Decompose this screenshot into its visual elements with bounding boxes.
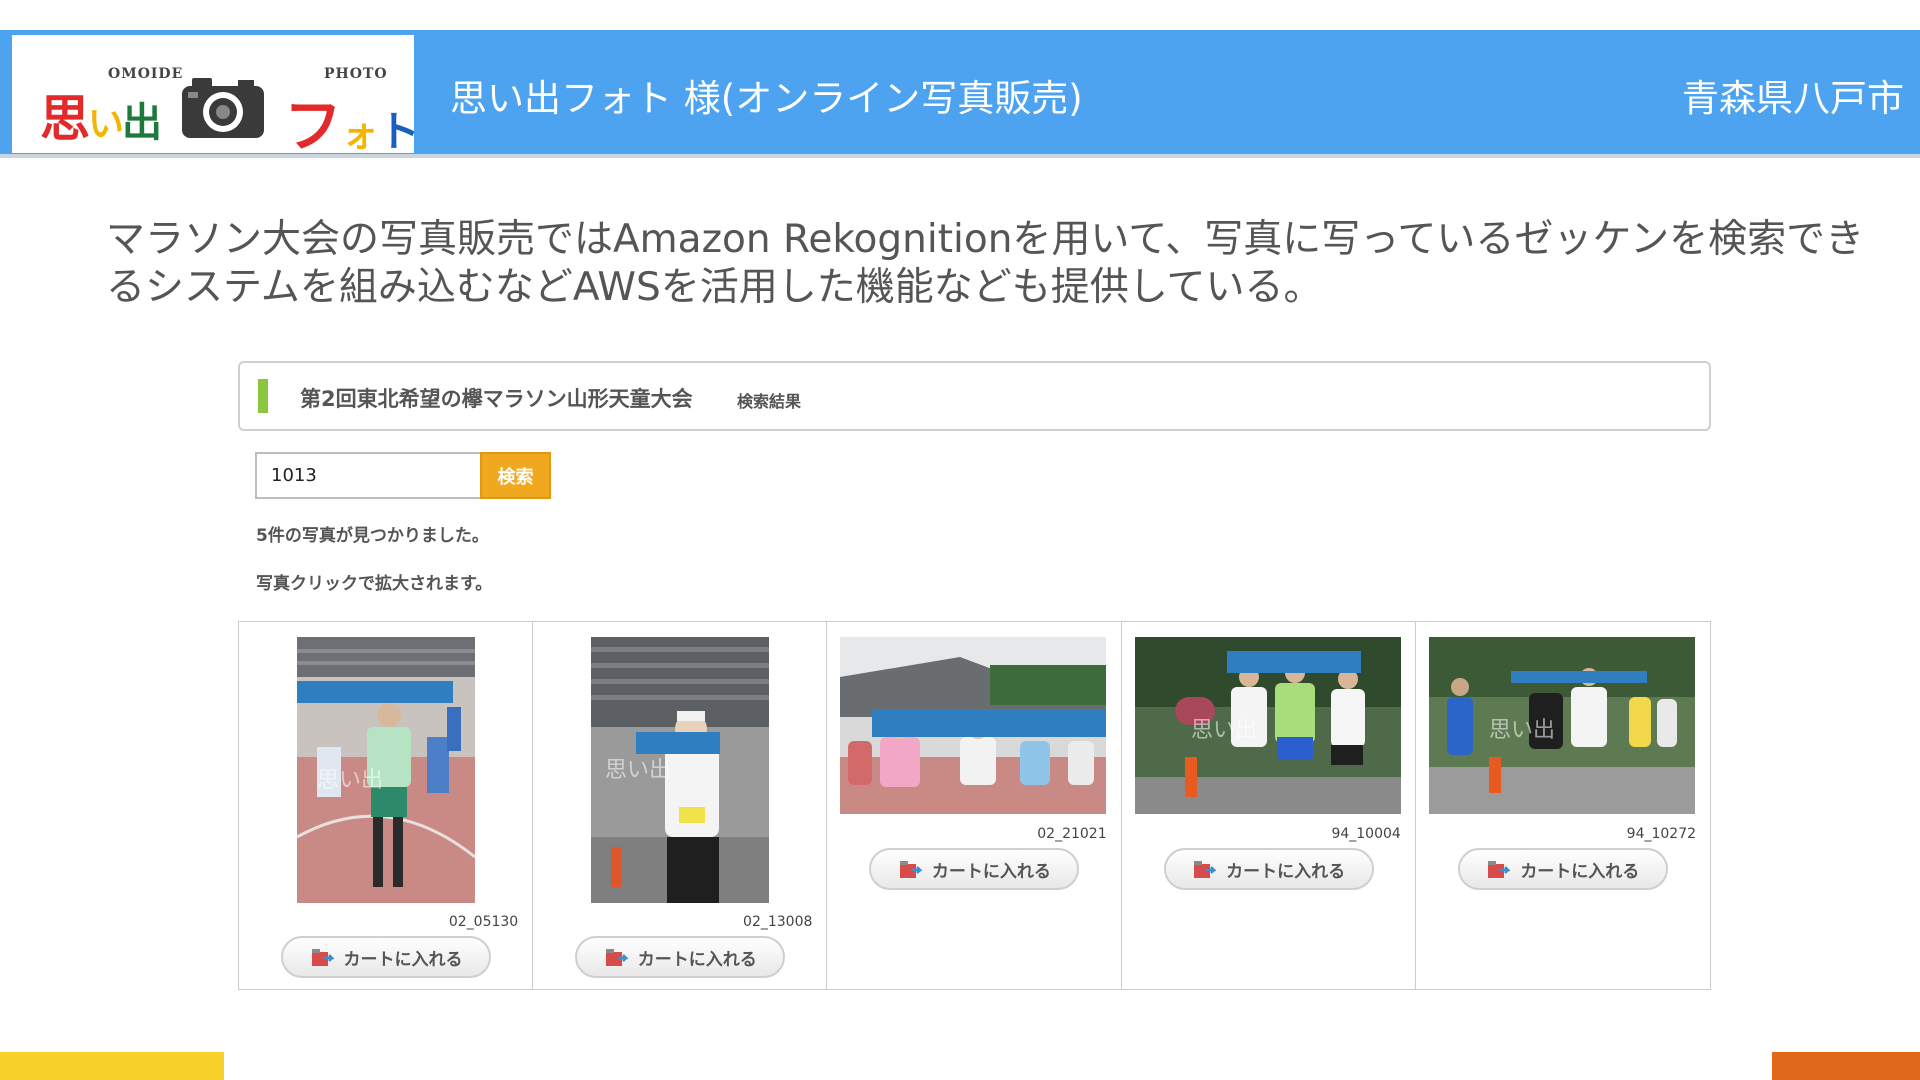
redaction-bar <box>872 709 1107 737</box>
redaction-bar <box>1226 651 1361 673</box>
svg-text:思い出: 思い出 <box>605 758 671 783</box>
photo-result-cell: 思い出 02_13008 カートに入れる <box>533 622 828 989</box>
redaction-bar <box>297 681 453 703</box>
omoide-photo-logo[interactable]: OMOIDE PHOTO 思い出 フォト <box>12 35 420 160</box>
photo-id: 94_10004 <box>1331 826 1401 842</box>
decorative-bar-left <box>0 1052 224 1080</box>
cart-button-label: カートに入れる <box>1226 861 1346 882</box>
photo-result-cell: 思い出 94_10004 カートに入れる <box>1122 622 1416 989</box>
runner-photo-image: 思い出 <box>297 637 475 903</box>
cart-button-label: カートに入れる <box>1520 861 1640 882</box>
cart-button-label: カートに入れる <box>343 949 463 970</box>
photo-id: 94_10272 <box>1626 826 1697 842</box>
add-to-cart-button[interactable]: カートに入れる <box>281 936 491 978</box>
search-button[interactable]: 検索 <box>480 452 551 499</box>
runner-photo-image: 思い出 <box>591 637 770 903</box>
photo-thumbnail[interactable] <box>840 637 1107 814</box>
photo-result-cell: 思い出 02_05130 カートに入れる <box>239 622 534 989</box>
add-to-cart-button[interactable]: カートに入れる <box>1163 848 1374 890</box>
cart-icon <box>1194 861 1217 878</box>
cart-button-label: カートに入れる <box>931 861 1051 882</box>
photo-thumbnail[interactable]: 思い出 <box>297 637 475 903</box>
svg-text:思い出: 思い出 <box>1191 718 1257 743</box>
event-subtitle: 検索結果 <box>737 392 802 411</box>
header-bar: OMOIDE PHOTO 思い出 フォト 思い出フォト 様(オンライン写真販売)… <box>0 30 1920 160</box>
photo-thumbnail[interactable]: 思い出 <box>1134 637 1401 814</box>
accent-bar <box>258 379 268 413</box>
cart-button-label: カートに入れる <box>637 949 757 970</box>
redaction-bar <box>636 732 721 754</box>
logo-foto-katakana: フォト <box>284 92 421 160</box>
result-panel-header: 第2回東北希望の欅マラソン山形天童大会 検索結果 <box>238 361 1711 431</box>
photo-thumbnail[interactable]: 思い出 <box>591 637 770 903</box>
photo-result-cell: 02_21021 カートに入れる <box>827 622 1122 989</box>
cart-icon <box>1488 861 1511 878</box>
add-to-cart-button[interactable]: カートに入れる <box>575 936 786 978</box>
photo-thumbnail[interactable]: 思い出 <box>1428 637 1695 814</box>
description-text: マラソン大会の写真販売ではAmazon Rekognitionを用いて、写真に写… <box>106 217 1865 310</box>
redaction-bar <box>1510 671 1647 683</box>
photo-id: 02_05130 <box>448 914 519 930</box>
photo-results-grid: 思い出 02_05130 カートに入れる 思い出 02_13008 カートに入れ… <box>238 621 1711 990</box>
result-count-text: 5件の写真が見つかりました。 <box>256 526 489 546</box>
decorative-bar-right <box>1772 1052 1920 1080</box>
svg-text:思い出: 思い出 <box>1489 718 1555 743</box>
search-form: 検索 <box>255 452 551 499</box>
cart-icon <box>899 861 922 878</box>
photo-result-cell: 思い出 94_10272 カートに入れる <box>1416 622 1710 989</box>
photo-id: 02_21021 <box>1037 826 1107 842</box>
add-to-cart-button[interactable]: カートに入れる <box>869 848 1080 890</box>
cart-icon <box>605 949 628 966</box>
bib-search-input[interactable] <box>255 452 482 499</box>
event-name: 第2回東北希望の欅マラソン山形天童大会 <box>300 387 693 411</box>
runner-photo-image: 思い出 <box>1428 637 1695 814</box>
header-title: 思い出フォト 様(オンライン写真販売) <box>450 77 1083 120</box>
svg-text:思い出: 思い出 <box>317 768 383 793</box>
click-hint-text: 写真クリックで拡大されます。 <box>256 574 493 594</box>
header-region: 青森県八戸市 <box>1682 77 1904 120</box>
photo-id: 02_13008 <box>743 914 813 930</box>
cart-icon <box>311 949 334 966</box>
add-to-cart-button[interactable]: カートに入れる <box>1457 848 1668 890</box>
logo-omoide-kanji: 思い出 <box>40 90 162 148</box>
camera-icon <box>182 78 264 138</box>
